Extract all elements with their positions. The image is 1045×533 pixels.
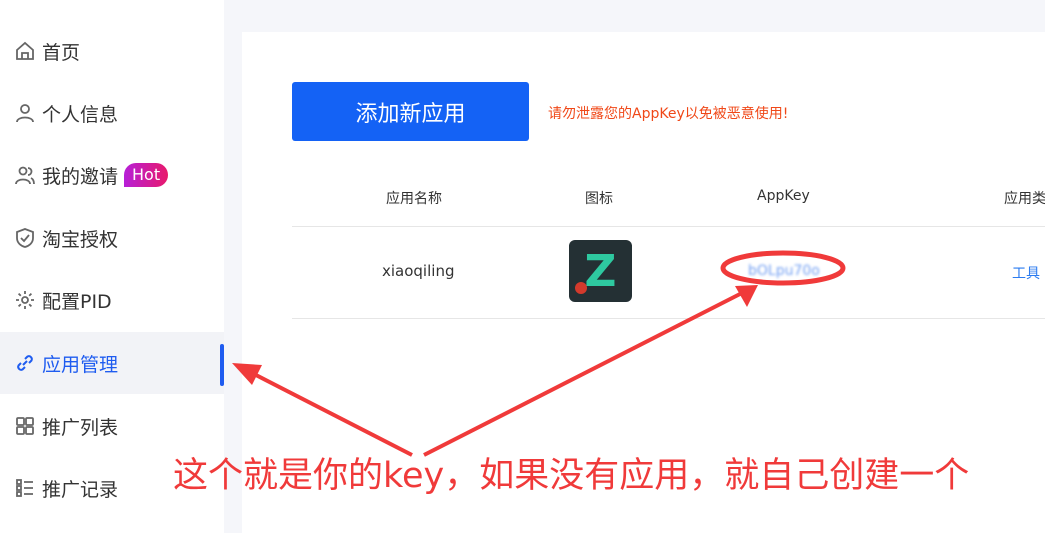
table-header-divider <box>292 226 1045 227</box>
column-header-app-type: 应用类 <box>1004 191 1045 207</box>
appkey-value[interactable]: bOLpu70o <box>748 263 820 279</box>
sidebar-item-label: 个人信息 <box>42 103 119 126</box>
list-icon <box>14 477 36 499</box>
sidebar-item-taobao-auth[interactable]: 淘宝授权 <box>0 207 224 269</box>
home-icon <box>14 40 36 62</box>
sidebar-item-label: 我的邀请 <box>42 165 119 188</box>
link-icon <box>14 352 36 374</box>
add-new-app-button[interactable]: 添加新应用 <box>292 82 529 141</box>
sidebar-item-app-management[interactable]: 应用管理 <box>0 332 224 394</box>
users-icon <box>14 164 36 186</box>
user-icon <box>14 102 36 124</box>
sidebar-item-profile[interactable]: 个人信息 <box>0 82 224 144</box>
app-icon: Z <box>569 240 632 302</box>
app-icon-letter: Z <box>584 245 617 297</box>
column-header-icon: 图标 <box>585 191 613 207</box>
sidebar-item-label: 配置PID <box>42 290 112 313</box>
sidebar-item-label: 推广记录 <box>42 478 119 501</box>
sidebar-item-home[interactable]: 首页 <box>0 20 224 82</box>
column-header-appkey: AppKey <box>757 188 810 204</box>
sidebar-item-label: 首页 <box>42 41 81 64</box>
sidebar-item-label: 淘宝授权 <box>42 228 119 251</box>
appkey-warning: 请勿泄露您的AppKey以免被恶意使用! <box>548 106 789 122</box>
app-name-cell: xiaoqiling <box>382 262 455 280</box>
column-header-app-name: 应用名称 <box>386 191 442 207</box>
shield-check-icon <box>14 227 36 249</box>
hot-badge: Hot <box>124 163 169 187</box>
sidebar-item-label: 推广列表 <box>42 416 119 439</box>
gear-icon <box>14 289 36 311</box>
annotation-text: 这个就是你的key，如果没有应用，就自己创建一个 <box>173 456 970 496</box>
sidebar-item-label: 应用管理 <box>42 353 119 376</box>
bug-icon <box>575 282 587 294</box>
sidebar-item-invites[interactable]: 我的邀请 Hot <box>0 144 224 206</box>
table-row-divider <box>292 318 1045 319</box>
sidebar-item-pid-config[interactable]: 配置PID <box>0 269 224 331</box>
app-type-cell: 工具 <box>1012 266 1040 282</box>
app-root: 首页 个人信息 我的邀请 Hot 淘宝授权 配置PID 应用管理 推广列表 推广… <box>0 0 1045 533</box>
active-indicator <box>220 344 224 386</box>
grid-icon <box>14 415 36 437</box>
